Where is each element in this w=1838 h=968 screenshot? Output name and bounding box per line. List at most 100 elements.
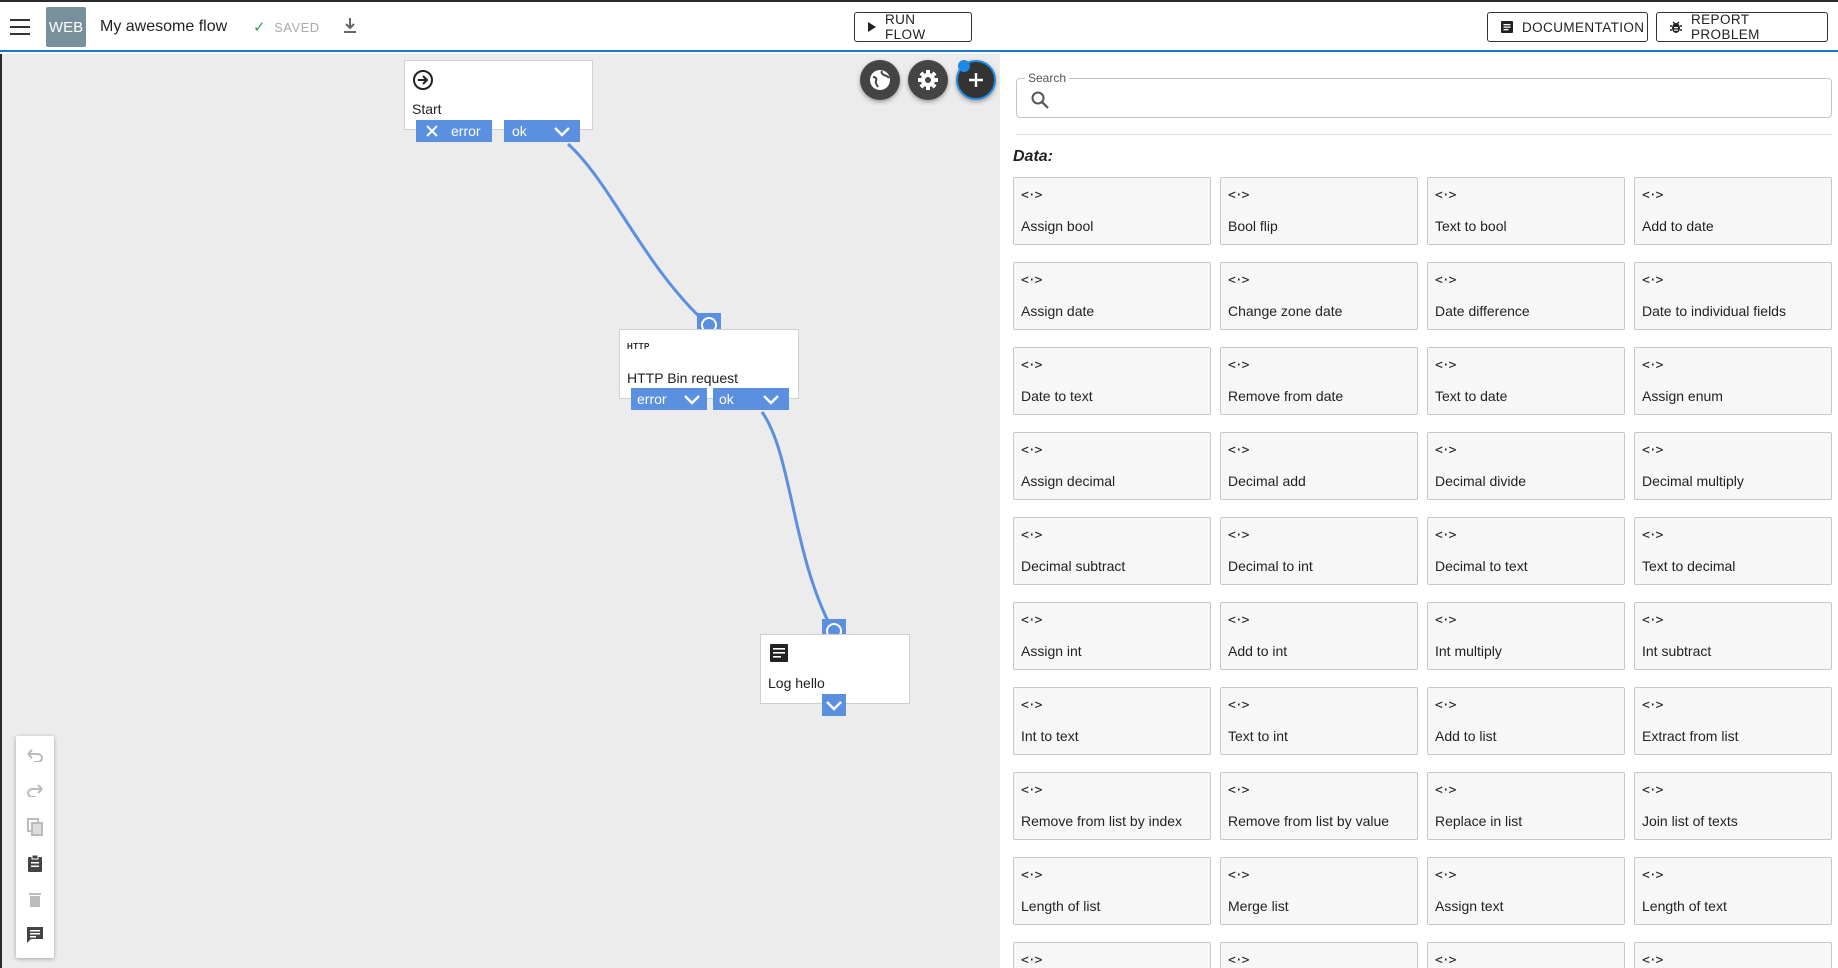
app-badge[interactable]: WEB: [46, 7, 86, 47]
download-icon[interactable]: [342, 17, 358, 35]
block-card[interactable]: <·> Decimal divide: [1427, 432, 1625, 500]
block-card[interactable]: <·> Replace in list: [1427, 772, 1625, 840]
comment-icon[interactable]: [25, 925, 45, 945]
edge-start-http[interactable]: [566, 142, 709, 326]
block-card-label: Add to date: [1642, 218, 1714, 234]
start-error-port[interactable]: error: [416, 120, 492, 142]
code-brackets-icon: <·>: [1435, 443, 1457, 458]
block-card[interactable]: <·> Int subtract: [1634, 602, 1832, 670]
block-card[interactable]: <·> Int multiply: [1427, 602, 1625, 670]
edge-http-log[interactable]: [760, 411, 834, 630]
block-card[interactable]: <·> Decimal to text: [1427, 517, 1625, 585]
block-card[interactable]: <·>: [1013, 942, 1211, 968]
block-card-label: Date difference: [1435, 303, 1530, 319]
document-icon: [1501, 21, 1513, 33]
block-card[interactable]: <·> Date difference: [1427, 262, 1625, 330]
block-card[interactable]: <·> Text to int: [1220, 687, 1418, 755]
block-card-label: Assign enum: [1642, 388, 1723, 404]
block-card[interactable]: <·> Bool flip: [1220, 177, 1418, 245]
start-ok-port[interactable]: ok: [504, 120, 580, 142]
code-brackets-icon: <·>: [1642, 698, 1664, 713]
code-brackets-icon: <·>: [1642, 273, 1664, 288]
block-card-label: Remove from list by index: [1021, 813, 1183, 829]
block-card[interactable]: <·> Text to decimal: [1634, 517, 1832, 585]
block-card[interactable]: <·> Assign date: [1013, 262, 1211, 330]
block-card[interactable]: <·> Decimal subtract: [1013, 517, 1211, 585]
block-card[interactable]: <·> Length of list: [1013, 857, 1211, 925]
block-card[interactable]: <·> Assign decimal: [1013, 432, 1211, 500]
block-card[interactable]: <·> Decimal add: [1220, 432, 1418, 500]
code-brackets-icon: <·>: [1642, 613, 1664, 628]
flow-title[interactable]: My awesome flow: [100, 18, 227, 36]
start-ok-label: ok: [512, 123, 527, 139]
block-card-label: Merge list: [1228, 898, 1289, 914]
report-problem-button[interactable]: REPORT PROBLEM: [1656, 12, 1828, 42]
block-card[interactable]: <·> Date to text: [1013, 347, 1211, 415]
block-card[interactable]: <·> Join list of texts: [1634, 772, 1832, 840]
block-card[interactable]: <·> Decimal multiply: [1634, 432, 1832, 500]
code-brackets-icon: <·>: [1021, 953, 1043, 968]
hamburger-menu-icon[interactable]: [8, 15, 32, 39]
copy-icon[interactable]: [25, 817, 45, 837]
block-card[interactable]: <·> Date to individual fields: [1634, 262, 1832, 330]
block-card-label: Date to text: [1021, 388, 1093, 404]
block-card-label: Text to date: [1435, 388, 1508, 404]
block-card[interactable]: <·> Extract from list: [1634, 687, 1832, 755]
log-output-port[interactable]: [822, 694, 846, 716]
block-card[interactable]: <·> Assign int: [1013, 602, 1211, 670]
search-field[interactable]: Search: [1016, 71, 1832, 118]
start-error-label: error: [451, 123, 481, 139]
run-flow-button[interactable]: RUN FLOW: [854, 12, 972, 42]
block-card[interactable]: <·> Add to date: [1634, 177, 1832, 245]
run-flow-label: RUN FLOW: [885, 12, 926, 42]
close-icon: [426, 125, 438, 137]
block-card-label: Bool flip: [1228, 218, 1278, 234]
block-card[interactable]: <·> Remove from list by index: [1013, 772, 1211, 840]
block-card[interactable]: <·>: [1634, 942, 1832, 968]
node-log-label: Log hello: [768, 675, 825, 691]
delete-icon[interactable]: [25, 889, 45, 909]
globe-button[interactable]: [860, 60, 900, 100]
block-card-label: Assign text: [1435, 898, 1504, 914]
block-card-label: Decimal to int: [1228, 558, 1313, 574]
code-brackets-icon: <·>: [1228, 613, 1250, 628]
block-card[interactable]: <·> Remove from list by value: [1220, 772, 1418, 840]
block-card-label: Extract from list: [1642, 728, 1739, 744]
code-brackets-icon: <·>: [1228, 273, 1250, 288]
flow-canvas[interactable]: Start error ok HTTP HTTP Bin request err…: [0, 54, 1000, 968]
code-brackets-icon: <·>: [1228, 783, 1250, 798]
block-card[interactable]: <·> Change zone date: [1220, 262, 1418, 330]
code-brackets-icon: <·>: [1642, 953, 1664, 968]
block-card-label: Remove from date: [1228, 388, 1344, 404]
documentation-button[interactable]: DOCUMENTATION: [1487, 12, 1648, 42]
code-brackets-icon: <·>: [1435, 613, 1457, 628]
block-card-label: Assign date: [1021, 303, 1095, 319]
block-card[interactable]: <·> Assign bool: [1013, 177, 1211, 245]
settings-button[interactable]: [908, 60, 948, 100]
http-error-port[interactable]: error: [631, 388, 707, 410]
paste-icon[interactable]: [25, 853, 45, 873]
block-card[interactable]: <·> Text to bool: [1427, 177, 1625, 245]
block-card[interactable]: <·>: [1427, 942, 1625, 968]
block-card-label: Length of list: [1021, 898, 1101, 914]
undo-icon[interactable]: [25, 745, 45, 765]
block-card[interactable]: <·> Text to date: [1427, 347, 1625, 415]
gear-icon: [918, 70, 938, 90]
http-ok-port[interactable]: ok: [713, 388, 789, 410]
search-input[interactable]: [1061, 87, 1811, 111]
block-card[interactable]: <·> Assign text: [1427, 857, 1625, 925]
block-card[interactable]: <·> Int to text: [1013, 687, 1211, 755]
redo-icon[interactable]: [25, 780, 45, 800]
block-card[interactable]: <·> Remove from date: [1220, 347, 1418, 415]
block-card[interactable]: <·> Assign enum: [1634, 347, 1832, 415]
code-brackets-icon: <·>: [1228, 188, 1250, 203]
block-card[interactable]: <·> Length of text: [1634, 857, 1832, 925]
block-card[interactable]: <·>: [1220, 942, 1418, 968]
block-card[interactable]: <·> Add to int: [1220, 602, 1418, 670]
notification-dot: [958, 60, 970, 72]
block-card[interactable]: <·> Add to list: [1427, 687, 1625, 755]
edges-layer: [566, 142, 834, 630]
block-card[interactable]: <·> Merge list: [1220, 857, 1418, 925]
block-card[interactable]: <·> Decimal to int: [1220, 517, 1418, 585]
code-brackets-icon: <·>: [1642, 868, 1664, 883]
